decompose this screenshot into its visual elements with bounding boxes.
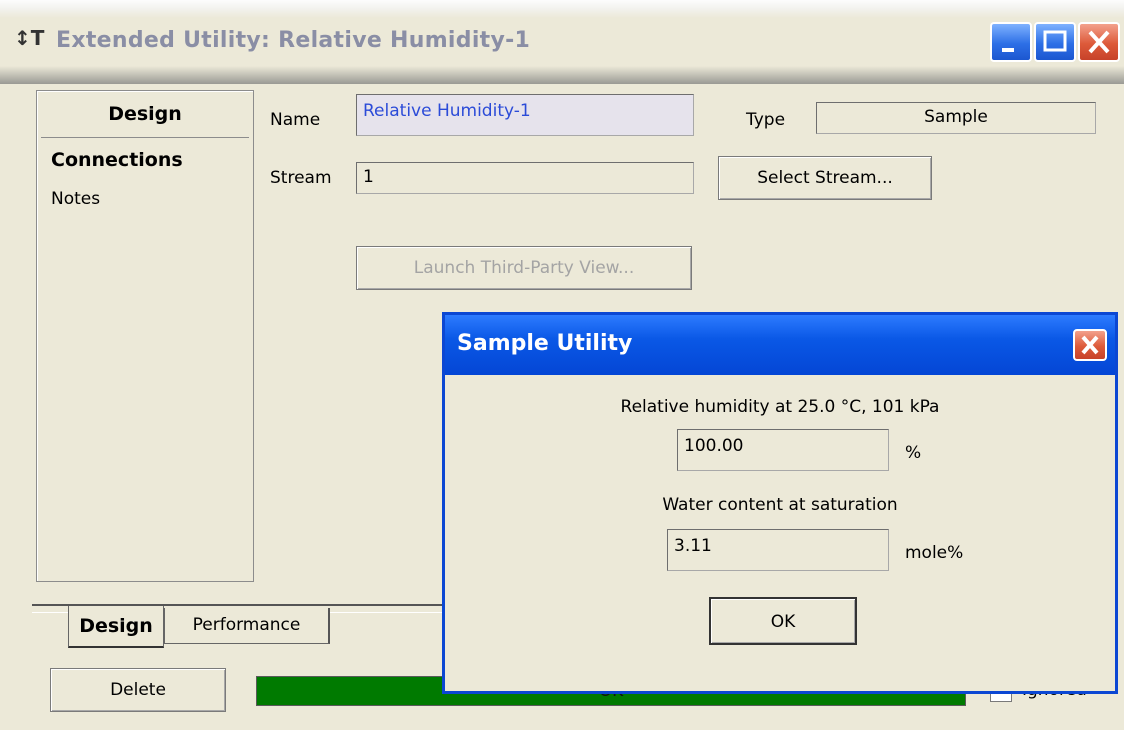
- type-field: Sample: [816, 102, 1096, 134]
- maximize-button[interactable]: [1034, 22, 1076, 62]
- water-content-value: 3.11: [667, 529, 889, 571]
- maximize-icon: [1043, 30, 1067, 52]
- select-stream-button[interactable]: Select Stream...: [718, 156, 932, 200]
- window-title: Extended Utility: Relative Humidity-1: [56, 28, 531, 53]
- ok-button[interactable]: OK: [709, 597, 857, 645]
- stream-field[interactable]: 1: [356, 162, 694, 194]
- minimize-icon: [1002, 48, 1014, 52]
- relative-humidity-value: 100.00: [677, 429, 889, 471]
- close-icon: [1088, 30, 1110, 54]
- relative-humidity-unit: %: [905, 443, 922, 463]
- side-item-notes[interactable]: Notes: [51, 189, 100, 209]
- water-content-unit: mole%: [905, 543, 964, 563]
- side-panel-header: Design: [108, 103, 182, 125]
- tab-design[interactable]: Design: [68, 606, 164, 648]
- delete-button[interactable]: Delete: [50, 668, 226, 712]
- close-button[interactable]: [1078, 22, 1120, 62]
- title-bar[interactable]: ↕T Extended Utility: Relative Humidity-1: [0, 0, 1124, 84]
- type-label: Type: [746, 110, 786, 130]
- divider: [41, 137, 249, 138]
- name-input[interactable]: Relative Humidity-1: [356, 94, 694, 136]
- launch-third-party-view-button[interactable]: Launch Third-Party View...: [356, 246, 692, 290]
- dialog-title: Sample Utility: [457, 331, 633, 356]
- minimize-button[interactable]: [990, 22, 1032, 62]
- extended-utility-window: ↕T Extended Utility: Relative Humidity-1…: [0, 0, 1124, 730]
- close-icon: [1081, 335, 1099, 355]
- page-navigation-panel: Design Connections Notes: [36, 90, 254, 582]
- side-item-connections[interactable]: Connections: [51, 149, 183, 171]
- app-icon: ↕T: [14, 26, 45, 50]
- water-content-label: Water content at saturation: [662, 495, 898, 515]
- relative-humidity-label: Relative humidity at 25.0 °C, 101 kPa: [620, 397, 940, 417]
- stream-label: Stream: [270, 168, 332, 188]
- tab-performance[interactable]: Performance: [164, 608, 330, 644]
- dialog-title-bar[interactable]: Sample Utility: [445, 315, 1115, 375]
- name-label: Name: [270, 110, 321, 130]
- sample-utility-dialog: Sample Utility Relative humidity at 25.0…: [442, 312, 1118, 694]
- dialog-close-button[interactable]: [1073, 329, 1107, 361]
